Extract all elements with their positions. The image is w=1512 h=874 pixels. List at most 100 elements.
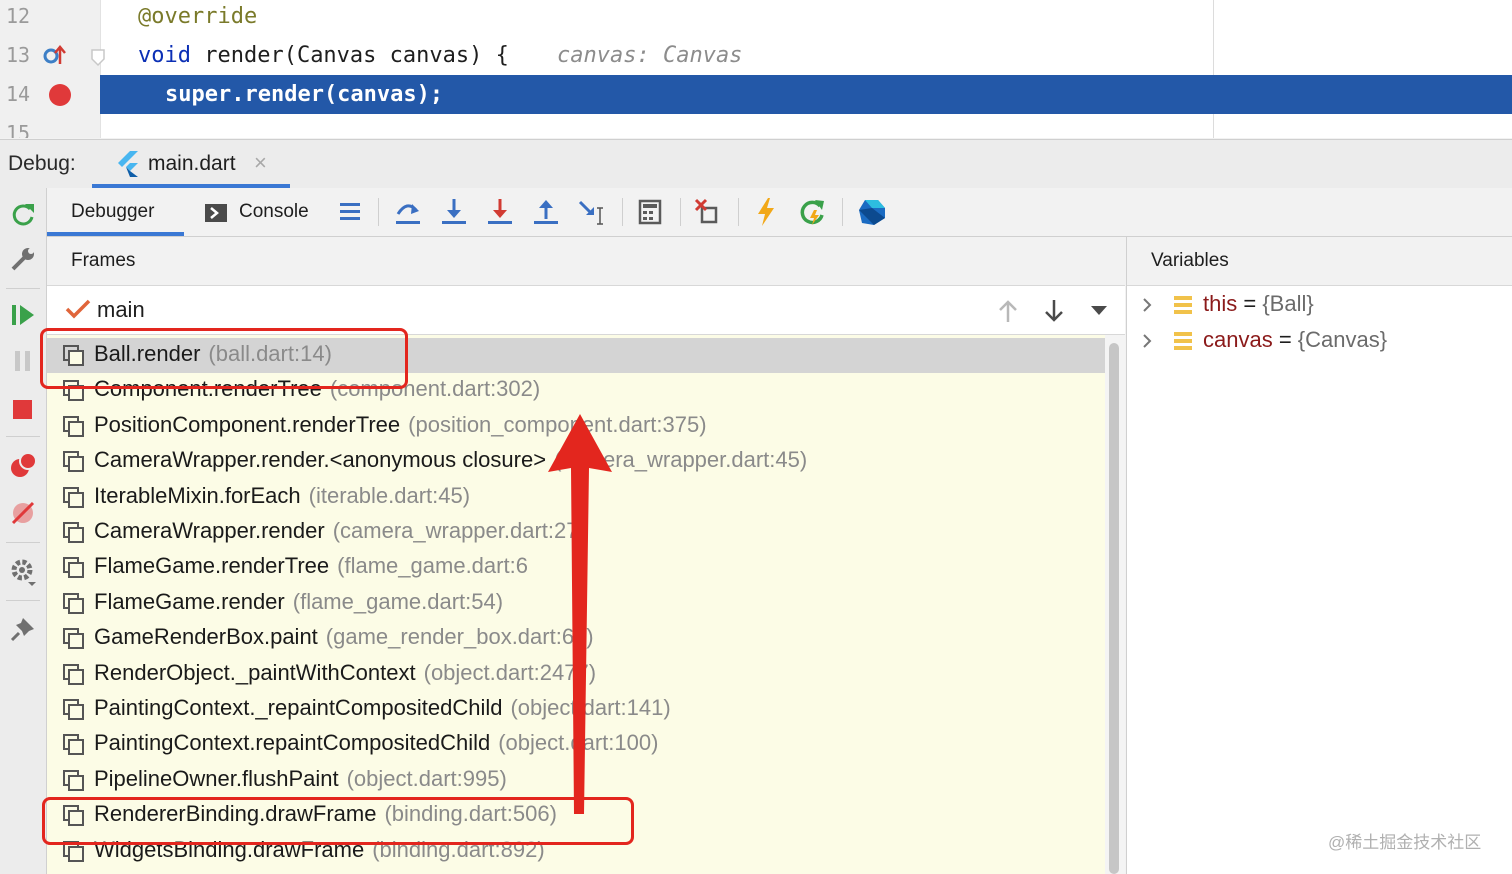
step-out-icon[interactable] [530, 196, 562, 228]
stack-frame-icon [63, 663, 84, 685]
thread-dropdown-icon[interactable] [1089, 304, 1109, 318]
pause-icon[interactable] [8, 346, 38, 376]
code-line-13[interactable]: 13 void render(Canvas canvas) { canvas: … [0, 36, 1512, 75]
variable-name: canvas [1203, 327, 1273, 352]
frames-header: Frames [47, 237, 1125, 286]
override-marker-icon[interactable] [42, 44, 70, 68]
thread-name: main [97, 297, 145, 322]
variable-row[interactable]: canvas = {Canvas} [1127, 323, 1512, 359]
variables-title: Variables [1151, 250, 1229, 271]
fold-icon[interactable] [90, 49, 106, 67]
variable-equals: = [1272, 327, 1298, 352]
variable-value: {Ball} [1262, 291, 1314, 316]
drop-frame-icon[interactable] [692, 196, 724, 228]
frame-label: RenderObject._paintWithContext (object.da… [94, 660, 596, 686]
settings-gear-icon[interactable] [8, 556, 38, 586]
show-execution-point-icon[interactable] [334, 196, 366, 228]
step-over-icon[interactable] [392, 196, 424, 228]
tab-console[interactable]: Console [239, 188, 309, 236]
variables-header: Variables [1127, 237, 1512, 286]
debug-tool-window-header: Debug: main.dart × [0, 139, 1512, 189]
force-step-into-icon[interactable] [484, 196, 516, 228]
line-number: 13 [6, 43, 31, 67]
stack-frame-icon [63, 451, 84, 473]
code-text: super.render(canvas); [165, 82, 444, 107]
frame-label: PipelineOwner.flushPaint (object.dart:995… [94, 766, 507, 792]
frame-location: (object.dart:995) [346, 765, 507, 791]
variable-text: this = {Ball} [1203, 291, 1314, 317]
frames-scrollbar[interactable] [1105, 335, 1125, 874]
close-icon[interactable]: × [254, 150, 267, 176]
expand-chevron-icon[interactable] [1139, 331, 1155, 351]
frame-location: (flame_game.dart:54) [292, 588, 504, 614]
frame-location: (iterable.dart:45) [308, 482, 471, 508]
left-debug-toolbar [0, 188, 47, 874]
highlight-box-top [40, 328, 408, 389]
stack-frame-icon [63, 628, 84, 650]
line-number: 12 [6, 4, 31, 28]
stack-frame-icon [63, 522, 84, 543]
previous-frame-arrow-up-icon[interactable] [997, 298, 1019, 324]
frame-method: FlameGame.render [94, 588, 285, 614]
checkmark-icon [65, 299, 91, 319]
stack-frame-icon [63, 699, 84, 720]
field-icon [1174, 296, 1192, 314]
code-text: @override [138, 4, 258, 29]
stack-frame-icon [63, 769, 84, 791]
frame-method: GameRenderBox.paint [94, 624, 318, 650]
frame-label: GameRenderBox.paint (game_render_box.dart… [94, 624, 594, 650]
hot-reload-icon[interactable] [750, 196, 782, 228]
frame-label: FlameGame.renderTree (flame_game.dart:6 [94, 553, 528, 579]
code-line-14-current[interactable]: 14 super.render(canvas); [0, 75, 1512, 114]
stack-frame-icon [63, 734, 84, 756]
resume-icon[interactable] [8, 300, 38, 330]
frame-method: CameraWrapper.render [94, 518, 325, 543]
variable-equals: = [1237, 291, 1263, 316]
frame-method: PaintingContext.repaintCompositedChild [94, 730, 491, 756]
watermark: @稀土掘金技术社区 [1328, 833, 1482, 852]
frame-location: (flame_game.dart:6 [337, 553, 528, 579]
field-icon [1174, 332, 1192, 350]
red-arrow-annotation [548, 414, 612, 814]
session-tab-main-dart[interactable]: main.dart × [92, 140, 290, 188]
console-icon [205, 204, 227, 222]
frame-method: PositionComponent.renderTree [94, 411, 401, 437]
frame-label: IterableMixin.forEach (iterable.dart:45) [94, 483, 470, 509]
variable-row[interactable]: this = {Ball} [1127, 287, 1512, 323]
inline-debug-hint: canvas: Canvas [557, 43, 743, 68]
mute-breakpoints-icon[interactable] [8, 498, 38, 528]
variables-list[interactable]: this = {Ball} canvas = {Canvas} [1127, 285, 1512, 874]
line-number: 15 [6, 121, 31, 138]
next-frame-arrow-down-icon[interactable] [1043, 298, 1065, 324]
tab-debugger[interactable]: Debugger [71, 188, 154, 236]
expand-chevron-icon[interactable] [1139, 295, 1155, 315]
frame-method: FlameGame.renderTree [94, 553, 330, 579]
step-into-icon[interactable] [438, 196, 470, 228]
frame-method: IterableMixin.forEach [94, 482, 301, 508]
scrollbar-thumb[interactable] [1109, 343, 1119, 874]
variable-text: canvas = {Canvas} [1203, 327, 1387, 353]
wrench-icon[interactable] [8, 244, 38, 274]
code-line-12[interactable]: 12 @override [0, 0, 1512, 36]
frame-label: CameraWrapper.render.<anonymous closure>… [94, 447, 807, 473]
pin-icon[interactable] [8, 614, 38, 644]
rerun-icon[interactable] [8, 200, 38, 230]
dart-devtools-icon[interactable] [856, 196, 888, 228]
view-breakpoints-icon[interactable] [8, 450, 38, 480]
evaluate-expression-icon[interactable] [634, 196, 666, 228]
code-editor[interactable]: 12 @override 13 void render(Canvas canva… [0, 0, 1512, 138]
breakpoint-icon[interactable] [48, 83, 72, 107]
stop-icon[interactable] [8, 394, 38, 424]
debug-label: Debug: [8, 152, 76, 175]
run-to-cursor-icon[interactable] [576, 196, 608, 228]
stack-frame-icon [63, 486, 84, 508]
frame-method: PipelineOwner.flushPaint [94, 765, 339, 791]
variable-value: {Canvas} [1297, 327, 1388, 352]
frame-method: RenderObject._paintWithContext [94, 659, 416, 685]
frame-label: FlameGame.render (flame_game.dart:54) [94, 589, 503, 615]
stack-frame-icon [63, 557, 84, 579]
hot-restart-icon[interactable] [796, 196, 828, 228]
code-line-15[interactable]: 15 [0, 114, 1512, 138]
variables-panel: Variables this = {Ball} canvas = {Canvas} [1126, 237, 1512, 874]
session-tab-label: main.dart [148, 152, 236, 175]
